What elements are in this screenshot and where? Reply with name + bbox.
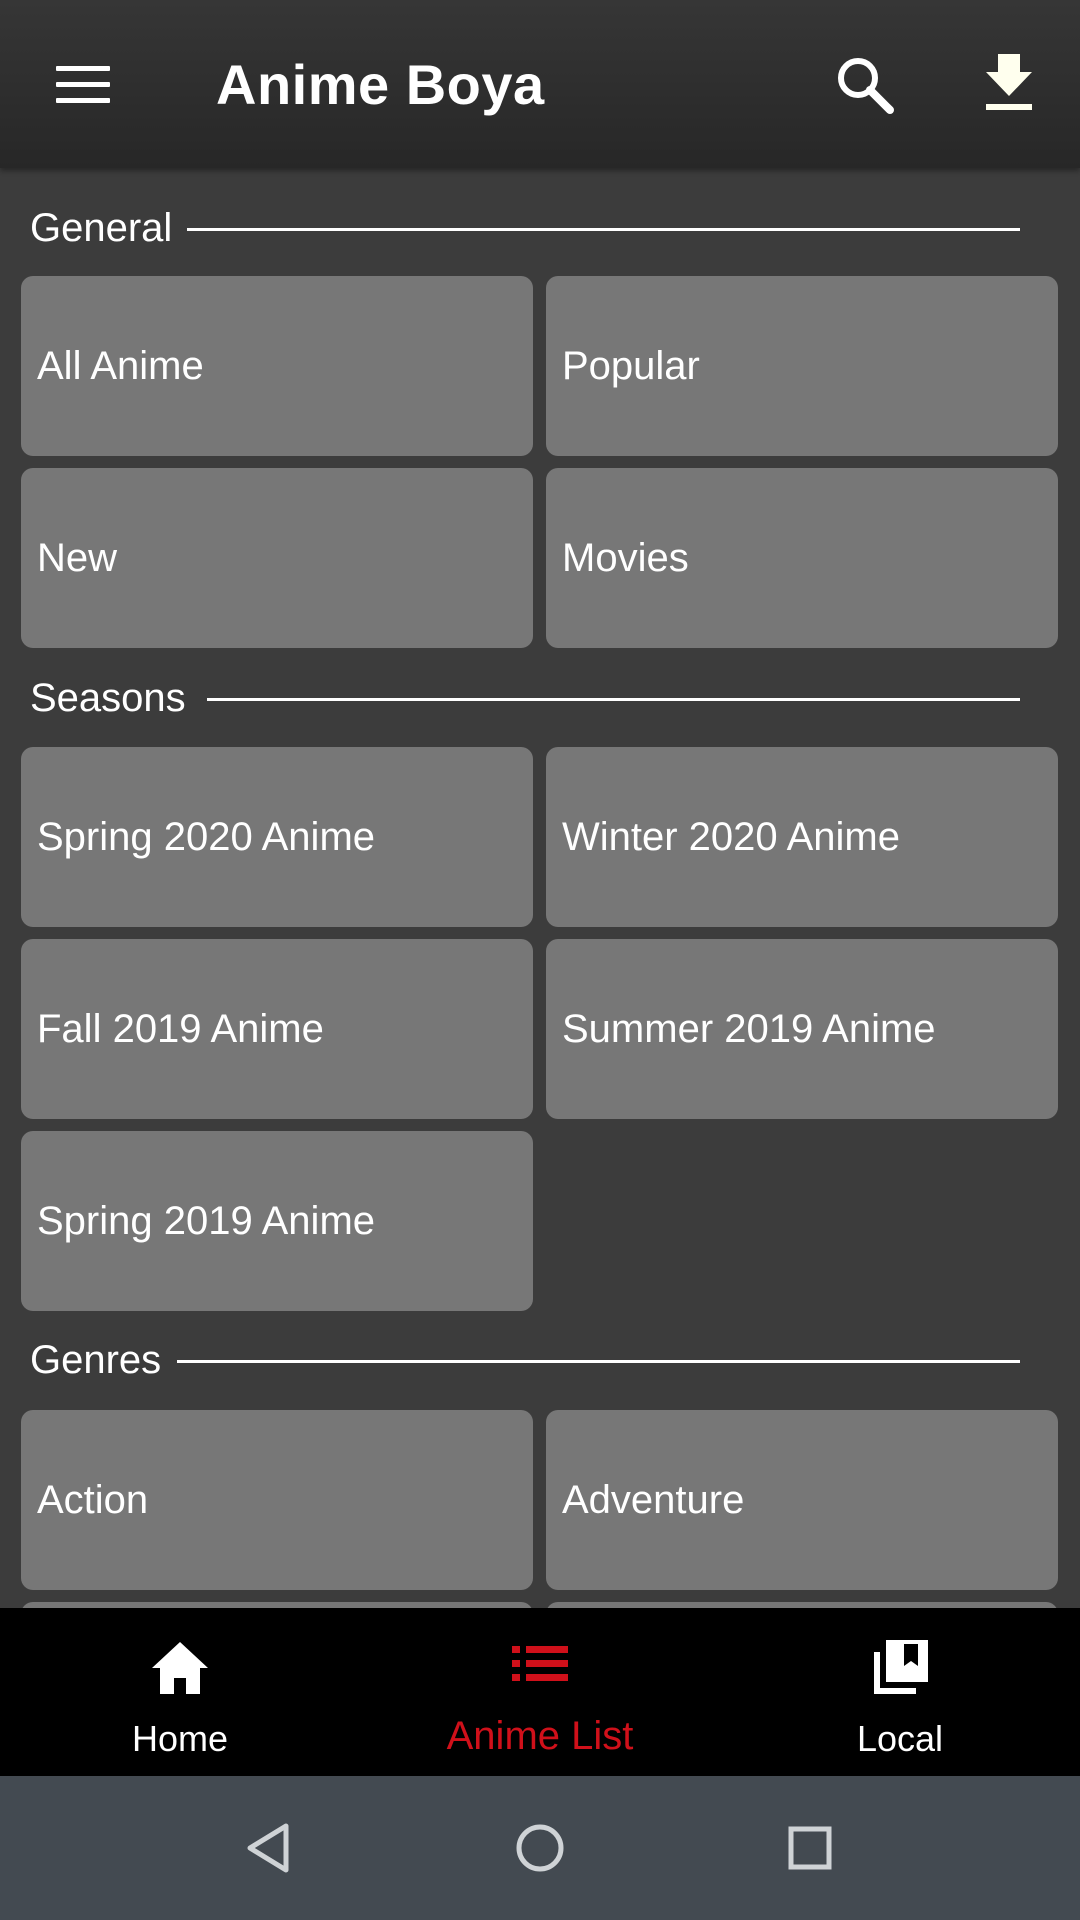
nav-item-home[interactable]: Home <box>0 1608 360 1776</box>
season-summer-2019[interactable]: Summer 2019 Anime <box>546 939 1058 1119</box>
recents-icon[interactable] <box>780 1818 840 1878</box>
home-icon <box>150 1638 210 1698</box>
section-header-genres: Genres <box>30 1336 1020 1384</box>
section-divider <box>187 228 1020 231</box>
season-spring-2020[interactable]: Spring 2020 Anime <box>21 747 533 927</box>
genre-action[interactable]: Action <box>21 1410 533 1590</box>
download-icon[interactable] <box>978 52 1040 114</box>
category-new[interactable]: New <box>21 468 533 648</box>
list-icon <box>510 1638 570 1698</box>
section-title: Genres <box>30 1338 162 1382</box>
category-all-anime[interactable]: All Anime <box>21 276 533 456</box>
nav-label: Local <box>856 1718 944 1759</box>
section-divider <box>177 1360 1020 1363</box>
back-icon[interactable] <box>240 1818 300 1878</box>
category-popular[interactable]: Popular <box>546 276 1058 456</box>
anime-list-content[interactable]: General All Anime Popular New Movies Sea… <box>0 168 1080 1608</box>
nav-label: Anime List <box>446 1714 634 1758</box>
home-circle-icon[interactable] <box>510 1818 570 1878</box>
nav-label: Home <box>131 1718 229 1759</box>
search-icon[interactable] <box>832 52 898 118</box>
season-fall-2019[interactable]: Fall 2019 Anime <box>21 939 533 1119</box>
genre-adventure[interactable]: Adventure <box>546 1410 1058 1590</box>
app-title: Anime Boya <box>216 53 545 116</box>
nav-item-anime-list[interactable]: Anime List <box>360 1608 720 1776</box>
season-spring-2019[interactable]: Spring 2019 Anime <box>21 1131 533 1311</box>
nav-item-local[interactable]: Local <box>720 1608 1080 1776</box>
section-header-general: General <box>30 204 1020 252</box>
section-divider <box>207 698 1020 701</box>
menu-icon[interactable] <box>50 60 118 110</box>
season-winter-2020[interactable]: Winter 2020 Anime <box>546 747 1058 927</box>
section-header-seasons: Seasons <box>30 674 1020 722</box>
system-navigation-bar <box>0 1776 1080 1920</box>
library-icon <box>870 1638 930 1698</box>
app-bar: Anime Boya <box>0 0 1080 168</box>
section-title: General <box>30 206 173 250</box>
bottom-navigation: Home Anime List Local <box>0 1608 1080 1776</box>
section-title: Seasons <box>30 676 186 720</box>
category-movies[interactable]: Movies <box>546 468 1058 648</box>
